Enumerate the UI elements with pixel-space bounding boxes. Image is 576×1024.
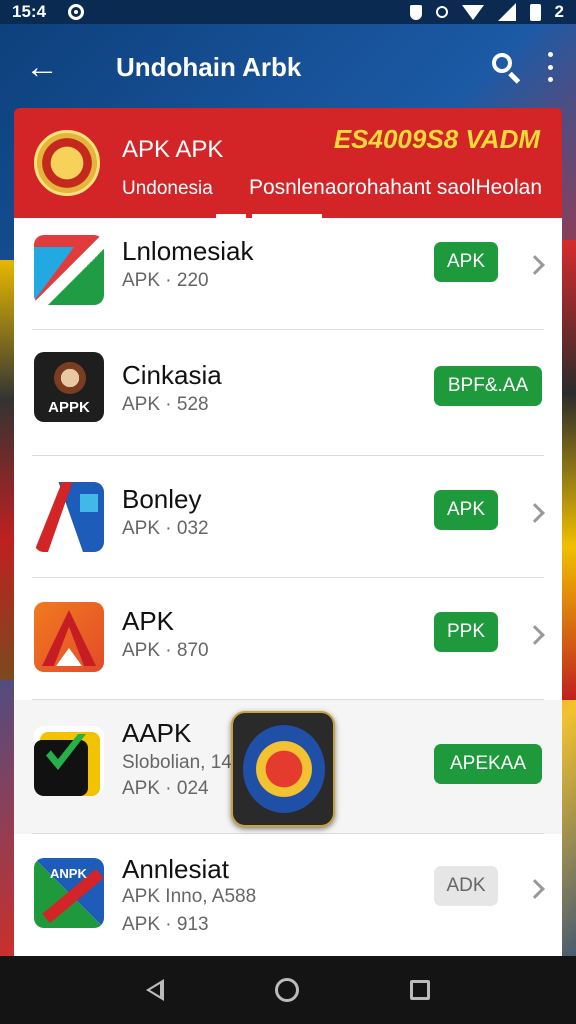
- download-button[interactable]: ADK: [434, 866, 498, 906]
- dot-icon: [435, 6, 448, 18]
- list-item[interactable]: Bonley APK · 032 APK: [14, 456, 562, 578]
- app-name: Cinkasia: [122, 360, 222, 390]
- app-name: Bonley: [122, 484, 202, 514]
- app-icon: ANPK: [34, 858, 104, 928]
- app-icon: [34, 602, 104, 672]
- chevron-right-icon[interactable]: [525, 625, 545, 645]
- battery-text: 2: [554, 2, 564, 21]
- list-item[interactable]: APK APK · 870 PPK: [14, 578, 562, 700]
- app-meta: APK Inno, A588: [122, 886, 257, 907]
- banner-title: APK APK: [122, 136, 224, 163]
- app-meta: Slobolian, 14: [122, 752, 232, 773]
- chevron-right-icon[interactable]: [525, 255, 545, 275]
- banner-subtitle: Undonesia: [122, 178, 213, 199]
- app-meta: APK · 032: [122, 518, 209, 539]
- more-vert-icon[interactable]: [542, 52, 558, 82]
- emblem-icon: [34, 130, 100, 196]
- app-list: Lnlomesiak APK · 220 APK APPK Cinkasia A…: [14, 218, 562, 956]
- nav-back-icon[interactable]: [145, 979, 164, 1001]
- wifi-icon: [461, 4, 484, 20]
- app-name: Annlesiat: [122, 854, 229, 884]
- download-button[interactable]: APK: [434, 490, 498, 530]
- app-icon: [34, 235, 104, 305]
- status-bar: 15:4 2: [0, 0, 576, 24]
- status-time: 15:4: [12, 2, 47, 21]
- background-stripe-left: [0, 260, 14, 680]
- app-bar: ← Undohain Arbk: [0, 24, 576, 110]
- banner-right-subtitle: Posnlenaorohahant saolHeolan: [248, 176, 542, 199]
- app-meta: APK · 870: [122, 640, 209, 661]
- download-button[interactable]: PPK: [434, 612, 498, 652]
- app-meta: APK · 528: [122, 394, 209, 415]
- target-icon: [68, 4, 85, 20]
- list-item[interactable]: Lnlomesiak APK · 220 APK: [14, 218, 562, 330]
- chevron-right-icon[interactable]: [525, 879, 545, 899]
- background-stripe-right: [562, 240, 576, 700]
- emblem-overlay-icon[interactable]: [231, 711, 335, 827]
- banner-right-title: ES4009S8 VADM: [333, 124, 540, 154]
- signal-icon: [497, 3, 516, 21]
- navigation-bar: [0, 956, 576, 1024]
- app-meta: APK · 024: [122, 778, 209, 799]
- nav-home-icon[interactable]: [274, 978, 299, 1002]
- chevron-right-icon[interactable]: [525, 503, 545, 523]
- shield-icon: [409, 4, 422, 20]
- download-button[interactable]: BPF&.AA: [434, 366, 542, 406]
- header-banner[interactable]: APK APK Undonesia ES4009S8 VADM Posnlena…: [14, 108, 562, 218]
- app-icon: APPK: [34, 352, 104, 422]
- download-button[interactable]: APK: [434, 242, 498, 282]
- list-item[interactable]: ANPK Annlesiat APK Inno, A588 APK · 913 …: [14, 834, 562, 956]
- app-meta: APK · 913: [122, 914, 209, 935]
- app-meta: APK · 220: [122, 270, 209, 291]
- search-icon[interactable]: [484, 45, 528, 89]
- app-name: Lnlomesiak: [122, 236, 254, 266]
- app-icon: [34, 482, 104, 552]
- app-name: AAPK: [122, 718, 192, 748]
- list-item[interactable]: APPK Cinkasia APK · 528 BPF&.AA: [14, 330, 562, 456]
- app-title: Undohain Arbk: [116, 51, 302, 82]
- download-button[interactable]: APEKAA: [434, 744, 542, 784]
- seal-icon: [243, 725, 325, 813]
- battery-icon: [529, 3, 541, 21]
- app-icon: [34, 726, 104, 796]
- nav-recents-icon[interactable]: [410, 980, 431, 1000]
- back-arrow-icon[interactable]: ←: [18, 43, 66, 91]
- app-name: APK: [122, 606, 175, 636]
